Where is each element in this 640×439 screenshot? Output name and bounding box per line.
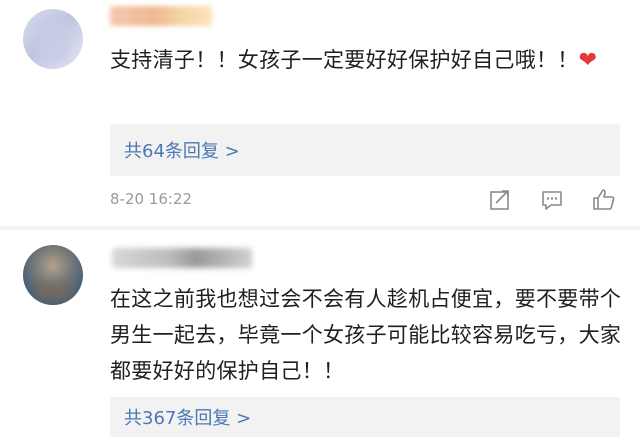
- username-blurred[interactable]: [110, 6, 212, 26]
- replies-link[interactable]: 共64条回复 >: [124, 137, 240, 163]
- comment-actions: [0, 186, 640, 214]
- share-icon[interactable]: [486, 186, 514, 214]
- avatar[interactable]: [23, 9, 83, 69]
- like-icon[interactable]: [590, 186, 618, 214]
- replies-box[interactable]: 共367条回复 >: [110, 397, 620, 437]
- avatar[interactable]: [23, 245, 83, 305]
- comment-item: 支持清子！！女孩子一定要好好保护好自己哦！！❤ 共64条回复 > 8-20 16…: [0, 0, 640, 226]
- username-blurred[interactable]: [112, 248, 252, 268]
- comment-text: 支持清子！！女孩子一定要好好保护好自己哦！！❤: [110, 42, 630, 79]
- comment-icon[interactable]: [538, 186, 566, 214]
- comment-text: 在这之前我也想过会不会有人趁机占便宜，要不要带个男生一起去，毕竟一个女孩子可能比…: [110, 287, 622, 383]
- comment-item: 在这之前我也想过会不会有人趁机占便宜，要不要带个男生一起去，毕竟一个女孩子可能比…: [0, 230, 640, 439]
- comment-text-content: 支持清子！！女孩子一定要好好保护好自己哦！！: [110, 48, 579, 72]
- heart-emoji: ❤: [578, 48, 598, 73]
- replies-link[interactable]: 共367条回复 >: [124, 404, 251, 430]
- replies-box[interactable]: 共64条回复 >: [110, 124, 620, 176]
